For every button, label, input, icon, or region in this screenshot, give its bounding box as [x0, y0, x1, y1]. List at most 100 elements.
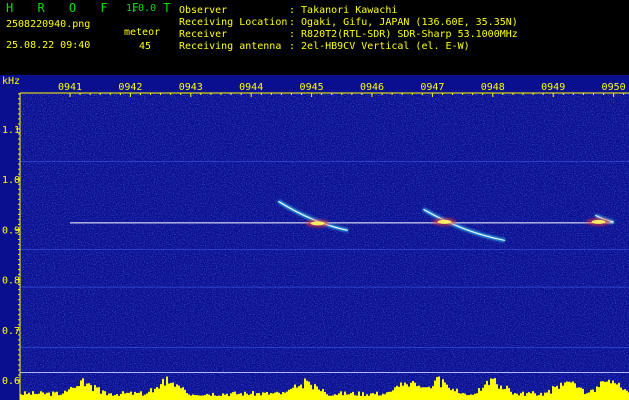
histogram-bar	[166, 376, 168, 400]
app-version: 1.0.0	[126, 3, 157, 14]
histogram-bar	[34, 393, 36, 400]
histogram-bar	[110, 393, 112, 400]
histogram-bar	[540, 392, 542, 400]
receiver-label: Receiver	[179, 29, 228, 40]
histogram-bar	[600, 381, 602, 400]
y-tick-label: 1.0	[2, 175, 20, 186]
histogram-bar	[594, 391, 596, 400]
histogram-bar	[210, 395, 212, 400]
histogram-bar	[472, 394, 474, 400]
histogram-bar	[58, 395, 60, 400]
histogram-bar	[280, 394, 282, 400]
histogram-bar	[136, 393, 138, 400]
histogram-bar	[286, 391, 288, 400]
x-tick-label: 0947	[420, 82, 444, 93]
x-tick-label: 0944	[239, 82, 263, 93]
histogram-bar	[88, 383, 90, 400]
histogram-bar	[164, 385, 166, 400]
histogram-bar	[322, 389, 324, 400]
histogram-bar	[188, 394, 190, 400]
histogram-bar	[412, 381, 414, 400]
histogram-bar	[462, 392, 464, 400]
histogram-bar	[252, 391, 254, 400]
x-tick-label: 0945	[300, 82, 324, 93]
histogram-bar	[82, 378, 84, 400]
histogram-bar	[538, 395, 540, 400]
histogram-bar	[450, 390, 452, 400]
histogram-bar	[422, 387, 424, 400]
histogram-bar	[342, 395, 344, 400]
histogram-bar	[296, 387, 298, 400]
histogram-bar	[548, 389, 550, 400]
histogram-bar	[432, 386, 434, 400]
histogram-bar	[232, 392, 234, 400]
antenna-label: Receiving antenna	[179, 41, 282, 52]
histogram-bar	[514, 393, 516, 400]
histogram-bar	[408, 386, 410, 400]
histogram-bar	[334, 394, 336, 400]
histogram-bar	[98, 387, 100, 400]
histogram-bar	[364, 395, 366, 400]
histogram-bar	[530, 393, 532, 400]
x-tick-label: 0949	[541, 82, 565, 93]
histogram-bar	[114, 395, 116, 400]
histogram-bar	[230, 393, 232, 400]
histogram-bar	[460, 393, 462, 400]
histogram-bar	[598, 387, 600, 400]
histogram-bar	[340, 391, 342, 400]
histogram-bar	[574, 383, 576, 400]
x-tick-label: 0946	[360, 82, 384, 93]
histogram-bar	[392, 390, 394, 400]
histogram-bar	[146, 393, 148, 400]
histogram-bar	[500, 385, 502, 400]
histogram-bar	[76, 386, 78, 400]
histogram-bar	[380, 395, 382, 400]
histogram-bar	[344, 391, 346, 400]
histogram-bar	[134, 391, 136, 400]
meteor-head-core	[591, 219, 606, 224]
histogram-bar	[314, 384, 316, 400]
histogram-bar	[478, 388, 480, 400]
histogram-bar	[590, 389, 592, 400]
histogram-bar	[562, 385, 564, 400]
histogram-bar	[312, 389, 314, 400]
histogram-bar	[396, 385, 398, 400]
histogram-bar	[430, 388, 432, 400]
histogram-bar	[276, 391, 278, 400]
histogram-bar	[376, 391, 378, 400]
histogram-bar	[580, 387, 582, 400]
histogram-bar	[196, 395, 198, 400]
histogram-bar	[182, 387, 184, 400]
histogram-bar	[400, 382, 402, 400]
histogram-bar	[480, 390, 482, 400]
y-tick-label: 0.8	[2, 276, 20, 287]
histogram-bar	[556, 385, 558, 400]
histogram-bar	[236, 394, 238, 400]
histogram-bar	[546, 392, 548, 400]
histogram-bar	[570, 382, 572, 400]
histogram-bar	[554, 387, 556, 400]
histogram-bar	[544, 392, 546, 400]
histogram-bar	[60, 394, 62, 400]
histogram-bar	[394, 387, 396, 400]
histogram-bar	[354, 395, 356, 400]
histogram-bar	[54, 392, 56, 400]
histogram-bar	[318, 389, 320, 400]
histogram-bar	[198, 395, 200, 400]
observer-value: : Takanori Kawachi	[289, 5, 398, 16]
histogram-bar	[106, 395, 108, 400]
histogram-bar	[226, 393, 228, 400]
histogram-bar	[350, 393, 352, 400]
histogram-bar	[278, 392, 280, 400]
histogram-bar	[204, 394, 206, 400]
histogram-bar	[46, 392, 48, 400]
histogram-bar	[426, 387, 428, 400]
histogram-bar	[130, 391, 132, 400]
histogram-bar	[162, 378, 164, 400]
y-tick-label: 0.6	[2, 376, 20, 387]
histogram-bar	[366, 394, 368, 400]
histogram-bar	[324, 391, 326, 400]
histogram-bar	[102, 390, 104, 400]
histogram-bar	[618, 382, 620, 400]
x-tick-label: 0950	[602, 82, 626, 93]
